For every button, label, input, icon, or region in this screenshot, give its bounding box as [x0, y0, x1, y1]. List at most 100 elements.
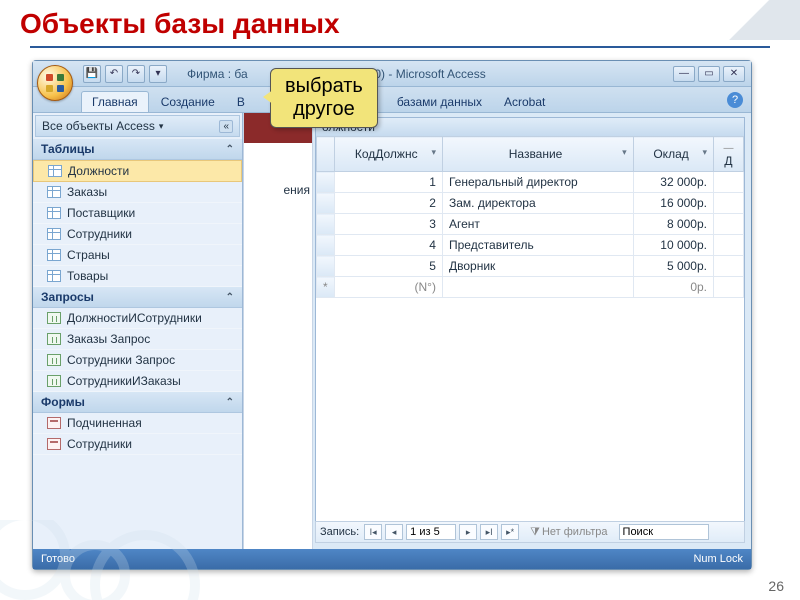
restore-button[interactable]: ▭ [698, 66, 720, 82]
nav-item[interactable]: Заказы Запрос [33, 329, 242, 350]
nav-item-label: Сотрудники Запрос [67, 353, 175, 367]
search-input[interactable] [619, 524, 709, 540]
last-record-button[interactable]: ▸I [480, 524, 498, 540]
collapse-icon[interactable]: ⌃ [226, 144, 234, 155]
nav-item[interactable]: Товары [33, 266, 242, 287]
data-grid[interactable]: КодДолжнс▾Название▾Оклад▾— Д 1Генеральны… [316, 136, 744, 298]
tab-dbtools[interactable]: базами данных [387, 92, 492, 112]
nav-group-query[interactable]: Запросы⌃ [33, 287, 242, 308]
table-row[interactable]: 5Дворник5 000р. [317, 256, 744, 277]
cell-empty[interactable] [714, 214, 744, 235]
cell-id[interactable]: 2 [335, 193, 443, 214]
column-header[interactable]: Название▾ [442, 137, 633, 172]
office-button[interactable] [37, 65, 73, 101]
navigation-pane: Все объекты Access ▾ « Таблицы⌃Должности… [33, 113, 243, 549]
table-icon [48, 165, 62, 177]
nav-item-label: Заказы Запрос [67, 332, 150, 346]
undo-icon[interactable]: ↶ [105, 65, 123, 83]
nav-item[interactable]: Заказы [33, 182, 242, 203]
record-position-input[interactable] [406, 524, 456, 540]
tab-home[interactable]: Главная [81, 91, 149, 112]
nav-group-form[interactable]: Формы⌃ [33, 392, 242, 413]
new-record-button[interactable]: ▸* [501, 524, 519, 540]
nav-item[interactable]: Сотрудники [33, 434, 242, 455]
cell-id[interactable]: 5 [335, 256, 443, 277]
column-header[interactable]: КодДолжнс▾ [335, 137, 443, 172]
table-row[interactable]: 3Агент8 000р. [317, 214, 744, 235]
nav-header-dropdown-icon[interactable]: ▾ [159, 121, 164, 132]
row-selector[interactable] [317, 256, 335, 277]
new-row[interactable]: *(N°)0р. [317, 277, 744, 298]
record-navigator: Запись: I◂ ◂ ▸ ▸I ▸* ⧩ Нет фильтра [315, 521, 745, 543]
cell-salary[interactable]: 16 000р. [633, 193, 713, 214]
nav-collapse-icon[interactable]: « [219, 120, 233, 133]
nav-item[interactable]: СотрудникиИЗаказы [33, 371, 242, 392]
nav-item[interactable]: Страны [33, 245, 242, 266]
column-dropdown-icon[interactable]: ▾ [431, 147, 436, 158]
first-record-button[interactable]: I◂ [364, 524, 382, 540]
column-dropdown-icon[interactable]: ▾ [622, 147, 627, 158]
cell-salary[interactable]: 5 000р. [633, 256, 713, 277]
query-icon [47, 333, 61, 345]
datasheet-title: олжности [316, 118, 744, 136]
cell-id[interactable]: 3 [335, 214, 443, 235]
cell-salary[interactable]: 10 000р. [633, 235, 713, 256]
cell-id[interactable]: 1 [335, 172, 443, 193]
row-selector-header[interactable] [317, 137, 335, 172]
column-header[interactable]: Оклад▾ [633, 137, 713, 172]
cell-name[interactable]: Дворник [442, 256, 633, 277]
row-selector[interactable] [317, 235, 335, 256]
hidden-panel: ения [243, 113, 313, 549]
table-row[interactable]: 1Генеральный директор32 000р. [317, 172, 744, 193]
cell-name[interactable]: Зам. директора [442, 193, 633, 214]
collapse-icon[interactable]: ⌃ [226, 292, 234, 303]
query-icon [47, 312, 61, 324]
content-area: ения олжности КодДолжнс▾Название▾Оклад▾—… [243, 113, 751, 549]
cell-name[interactable]: Представитель [442, 235, 633, 256]
cell-empty[interactable] [714, 172, 744, 193]
cell-salary[interactable]: 8 000р. [633, 214, 713, 235]
qa-dropdown-icon[interactable]: ▾ [149, 65, 167, 83]
cell-empty[interactable] [714, 193, 744, 214]
help-icon[interactable]: ? [727, 92, 743, 108]
next-record-button[interactable]: ▸ [459, 524, 477, 540]
tab-create[interactable]: Создание [151, 92, 225, 112]
table-row[interactable]: 4Представитель10 000р. [317, 235, 744, 256]
cell-salary[interactable]: 32 000р. [633, 172, 713, 193]
row-selector[interactable] [317, 214, 335, 235]
new-row-marker[interactable]: * [317, 277, 335, 298]
add-column-header[interactable]: — Д [714, 137, 744, 172]
callout-annotation: выбрать другое [270, 68, 378, 128]
cell-name[interactable]: Агент [442, 214, 633, 235]
redo-icon[interactable]: ↷ [127, 65, 145, 83]
callout-line2: другое [285, 98, 363, 121]
form-icon [47, 438, 61, 450]
callout-line1: выбрать [285, 75, 363, 98]
row-selector[interactable] [317, 193, 335, 214]
save-icon[interactable]: 💾 [83, 65, 101, 83]
tab-partial[interactable]: В [227, 92, 255, 112]
nav-item[interactable]: Поставщики [33, 203, 242, 224]
previous-record-button[interactable]: ◂ [385, 524, 403, 540]
minimize-button[interactable]: — [673, 66, 695, 82]
tab-acrobat[interactable]: Acrobat [494, 92, 555, 112]
close-button[interactable]: ✕ [723, 66, 745, 82]
nav-item[interactable]: Сотрудники [33, 224, 242, 245]
nav-item[interactable]: ДолжностиИСотрудники [33, 308, 242, 329]
slide-page-number: 26 [768, 578, 784, 594]
nav-header[interactable]: Все объекты Access ▾ « [35, 115, 240, 137]
titlebar: 💾 ↶ ↷ ▾ Фирма : ба 00) - Microsoft Acces… [33, 61, 751, 87]
ribbon-tabstrip: Главная Создание В базами данных Acrobat… [33, 87, 751, 113]
cell-empty[interactable] [714, 256, 744, 277]
row-selector[interactable] [317, 172, 335, 193]
nav-group-table[interactable]: Таблицы⌃ [33, 139, 242, 160]
table-row[interactable]: 2Зам. директора16 000р. [317, 193, 744, 214]
nav-item[interactable]: Подчиненная [33, 413, 242, 434]
nav-item[interactable]: Должности [33, 160, 242, 182]
cell-id[interactable]: 4 [335, 235, 443, 256]
cell-empty[interactable] [714, 235, 744, 256]
cell-name[interactable]: Генеральный директор [442, 172, 633, 193]
nav-item[interactable]: Сотрудники Запрос [33, 350, 242, 371]
collapse-icon[interactable]: ⌃ [226, 397, 234, 408]
column-dropdown-icon[interactable]: ▾ [702, 147, 707, 158]
